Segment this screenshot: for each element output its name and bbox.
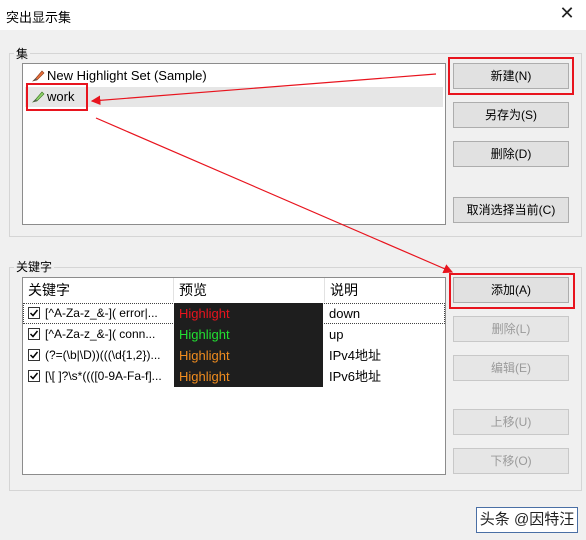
window-title: 突出显示集 — [6, 10, 72, 25]
preview-cell: Highlight — [174, 345, 323, 366]
preview-cell: Highlight — [174, 324, 323, 345]
move-down-button[interactable]: 下移(O) — [453, 448, 569, 474]
close-icon[interactable]: ✕ — [556, 3, 578, 24]
keyword-cell: [^A-Za-z_&-]( conn... — [45, 327, 156, 341]
set-item-label: New Highlight Set (Sample) — [47, 68, 207, 83]
checkmark-icon — [29, 372, 39, 380]
table-row[interactable]: (?=(\b|\D))(((\d{1,2})... Highlight IPv4… — [23, 345, 445, 366]
checkmark-icon — [29, 351, 39, 359]
sets-listbox[interactable]: New Highlight Set (Sample) work — [22, 63, 446, 225]
column-header-keyword[interactable]: 关键字 — [23, 278, 174, 302]
row-checkbox[interactable] — [28, 349, 40, 361]
save-as-button[interactable]: 另存为(S) — [453, 102, 569, 128]
preview-cell: Highlight — [174, 366, 323, 387]
column-header-description[interactable]: 说明 — [325, 278, 445, 302]
table-row[interactable]: [^A-Za-z_&-]( error|... Highlight down — [23, 303, 445, 324]
keyword-cell: [\[ ]?\s*((([0-9A-Fa-f]... — [45, 369, 162, 383]
set-item-label: work — [47, 89, 75, 104]
row-checkbox[interactable] — [28, 370, 40, 382]
watermark: 头条 @因特汪 — [476, 507, 578, 533]
move-up-button[interactable]: 上移(U) — [453, 409, 569, 435]
keywords-group-label: 关键字 — [14, 258, 55, 275]
description-cell: down — [329, 306, 361, 321]
highlighter-icon — [32, 91, 45, 103]
table-row[interactable]: [^A-Za-z_&-]( conn... Highlight up — [23, 324, 445, 345]
description-cell: IPv6地址 — [329, 369, 382, 384]
add-keyword-button[interactable]: 添加(A) — [453, 277, 569, 303]
checkmark-icon — [29, 309, 39, 317]
deselect-current-button[interactable]: 取消选择当前(C) — [453, 197, 569, 223]
set-item-sample[interactable]: New Highlight Set (Sample) — [25, 66, 443, 86]
description-cell: up — [329, 327, 344, 342]
delete-keyword-button[interactable]: 删除(L) — [453, 316, 569, 342]
set-item-work[interactable]: work — [25, 87, 443, 107]
keyword-cell: (?=(\b|\D))(((\d{1,2})... — [45, 348, 161, 362]
keywords-table[interactable]: 关键字 预览 说明 [^A-Za-z_&-]( error|... Highli… — [22, 277, 446, 475]
column-header-preview[interactable]: 预览 — [174, 278, 325, 302]
keyword-cell: [^A-Za-z_&-]( error|... — [45, 306, 158, 320]
delete-set-button[interactable]: 删除(D) — [453, 141, 569, 167]
description-cell: IPv4地址 — [329, 348, 382, 363]
title-bar: 突出显示集 ✕ — [0, 0, 586, 30]
row-checkbox[interactable] — [28, 328, 40, 340]
highlighter-icon — [32, 70, 45, 82]
table-row[interactable]: [\[ ]?\s*((([0-9A-Fa-f]... Highlight IPv… — [23, 366, 445, 387]
checkmark-icon — [29, 330, 39, 338]
new-button[interactable]: 新建(N) — [453, 63, 569, 89]
preview-cell: Highlight — [174, 303, 323, 324]
sets-group-label: 集 — [14, 45, 31, 62]
row-checkbox[interactable] — [28, 307, 40, 319]
edit-keyword-button[interactable]: 编辑(E) — [453, 355, 569, 381]
